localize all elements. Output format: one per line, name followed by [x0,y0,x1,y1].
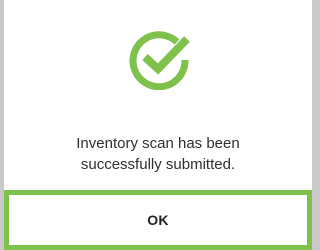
success-dialog: Inventory scan has been successfully sub… [4,0,312,250]
ok-button[interactable]: OK [4,190,312,250]
message-line-2: successfully submitted. [80,156,236,173]
screen: Inventory scan has been successfully sub… [0,0,316,250]
ok-button-label: OK [147,212,169,228]
check-circle-icon [125,30,193,91]
dialog-message: Inventory scan has been successfully sub… [4,133,312,175]
message-line-1: Inventory scan has been [76,135,240,152]
